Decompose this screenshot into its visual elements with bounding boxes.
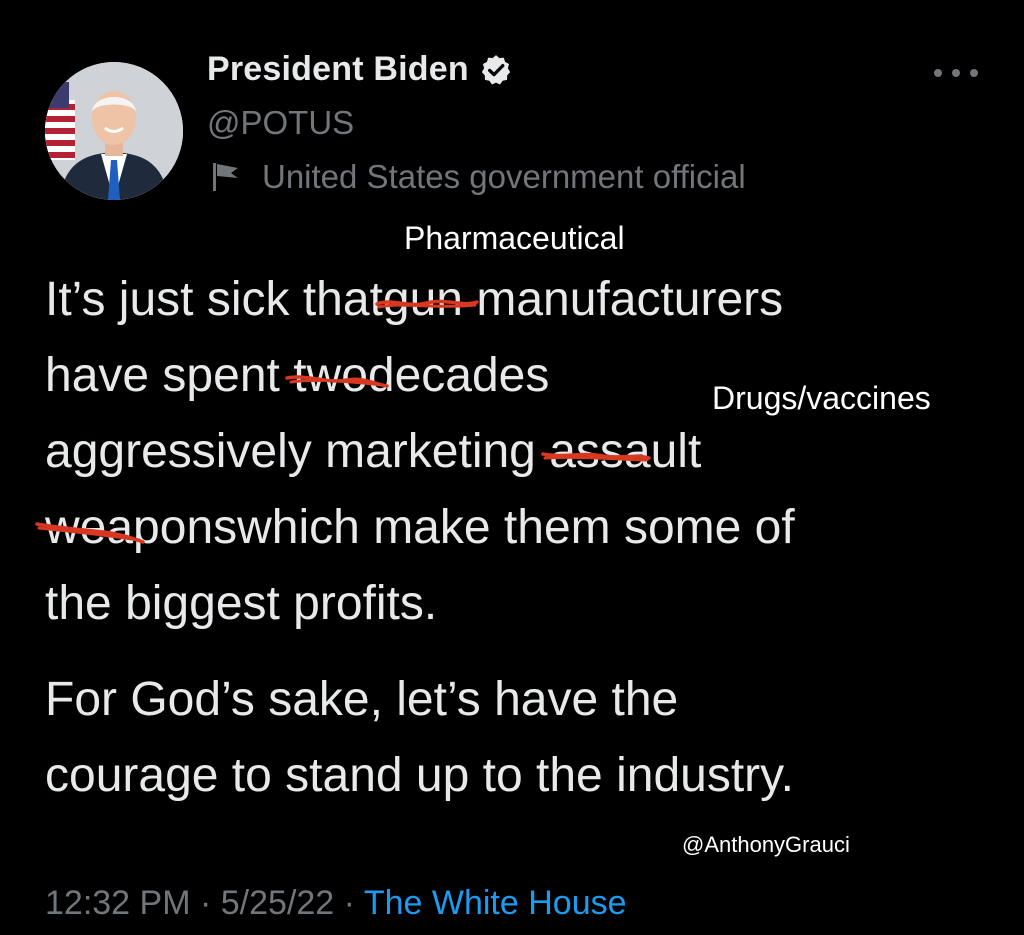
avatar[interactable]	[45, 62, 183, 200]
annotation-replacement-1: Pharmaceutical	[404, 220, 625, 256]
tweet-meta: 12:32 PM · 5/25/22 · The White House	[45, 884, 627, 923]
text-segment: which make them some of	[237, 501, 795, 554]
tweet-line: courage to stand up to the industry.	[45, 749, 794, 802]
more-options-icon[interactable]	[934, 60, 978, 86]
author-name-row[interactable]: President Biden	[207, 50, 513, 89]
tweet-line: aggressively marketing assault	[45, 414, 1005, 490]
struck-word: assault	[541, 414, 701, 490]
struck-word: weapons	[35, 490, 237, 566]
tweet-line: the biggest profits.	[45, 577, 438, 630]
struck-word: gun	[375, 262, 479, 338]
text-segment: manufacturers	[476, 273, 784, 326]
meta-separator: ·	[343, 884, 355, 922]
struck-word: two	[285, 338, 389, 414]
avatar-image	[45, 62, 183, 200]
verified-badge-icon	[479, 53, 513, 87]
text-segment: aggressively marketing	[45, 425, 536, 478]
text-segment: have spent	[45, 349, 280, 402]
tweet-text: It’s just sick thatgun manufacturers hav…	[35, 262, 1005, 814]
tweet-line: For God’s sake, let’s have the	[45, 673, 679, 726]
handle[interactable]: @POTUS	[207, 104, 354, 142]
tweet-line: It’s just sick thatgun manufacturers	[45, 262, 1005, 338]
text-segment: decades	[367, 349, 550, 402]
affiliation-label-text: United States government official	[262, 158, 746, 195]
tweet-line: have spent two decades	[45, 338, 1005, 414]
text-segment: It’s just sick that	[45, 273, 383, 326]
tweet-source-link[interactable]: The White House	[364, 884, 627, 922]
tweet-line: weapons which make them some of	[35, 490, 1005, 566]
tweet-date[interactable]: 5/25/22	[221, 884, 334, 922]
display-name[interactable]: President Biden	[207, 50, 469, 89]
tweet-time[interactable]: 12:32 PM	[45, 884, 191, 922]
affiliation-label: United States government official	[212, 158, 746, 196]
government-flag-icon	[212, 161, 242, 193]
watermark-credit: @AnthonyGrauci	[682, 832, 850, 857]
meta-separator: ·	[199, 884, 212, 922]
